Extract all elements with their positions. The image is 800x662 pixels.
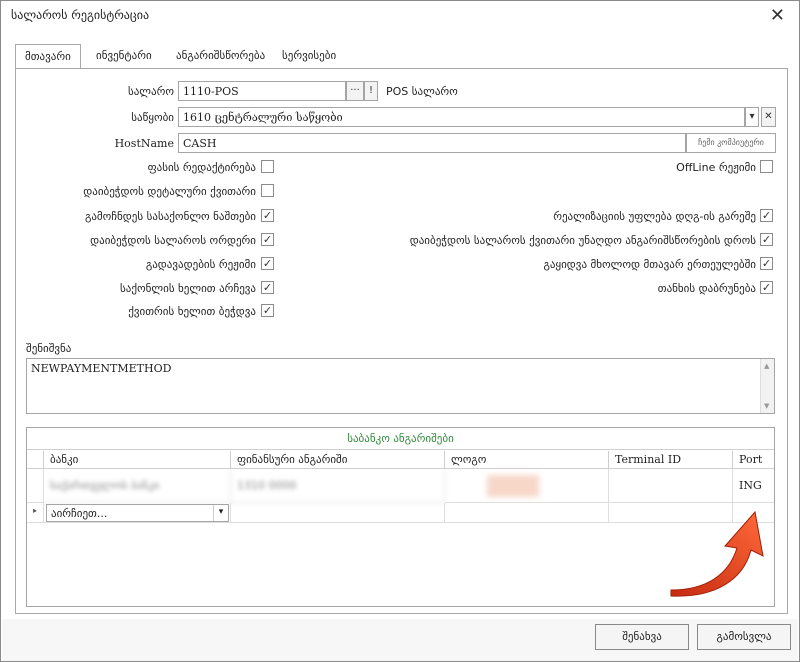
scroll-down-icon[interactable]: ▼ xyxy=(764,402,769,410)
notes-scrollbar[interactable]: ▲ ▼ xyxy=(760,359,774,413)
bank-accounts-grid: საბანკო ანგარიშები ბანკი ფინანსური ანგარ… xyxy=(26,427,775,607)
row-indicator xyxy=(27,469,44,503)
new-row-indicator: ▸ xyxy=(27,503,44,523)
scroll-up-icon[interactable]: ▲ xyxy=(764,362,769,370)
tab-main[interactable]: მთავარი xyxy=(15,44,81,69)
cash-register-lookup-button[interactable]: ··· xyxy=(346,81,364,101)
checkbox-label: რეალიზაციის უფლება დღგ-ის გარეშე xyxy=(553,210,756,223)
exit-button[interactable]: გამოსვლა xyxy=(697,624,791,650)
notes-textarea[interactable]: NEWPAYMENTMETHOD ▲ ▼ xyxy=(26,358,775,414)
checkbox-label: საქონლის ხელით არჩევა xyxy=(120,282,256,295)
refund-checkbox[interactable]: ✓ xyxy=(760,281,773,294)
new-row-logo-cell[interactable] xyxy=(445,503,609,523)
checkbox-label: თანხის დაბრუნება xyxy=(657,282,756,295)
column-header-account[interactable]: ფინანსური ანგარიში xyxy=(231,451,445,469)
bank-select[interactable]: აირჩიეთ... ▾ xyxy=(46,504,229,522)
save-button[interactable]: შენახვა xyxy=(595,624,689,650)
cash-register-name: POS სალარო xyxy=(386,85,458,98)
cash-register-field[interactable]: 1110-POS xyxy=(178,81,346,101)
tab-payment[interactable]: ანგარიშსწორება xyxy=(167,44,274,68)
bank-select-placeholder: აირჩიეთ... xyxy=(51,507,108,520)
row-indicator-header xyxy=(27,451,44,469)
chevron-down-icon[interactable]: ▾ xyxy=(745,107,759,127)
checkbox-label: გამოჩნდეს სასაქონლო ნაშთები xyxy=(84,210,256,223)
column-header-bank[interactable]: ბანკი xyxy=(44,451,231,469)
sale-without-vat-checkbox[interactable]: ✓ xyxy=(760,209,773,222)
grid-title: საბანკო ანგარიშები xyxy=(27,428,774,450)
cash-register-label: სალარო xyxy=(127,85,174,98)
deferral-mode-checkbox[interactable]: ✓ xyxy=(261,257,274,270)
detailed-receipt-checkbox[interactable] xyxy=(261,184,274,197)
column-header-port[interactable]: Port xyxy=(733,451,774,469)
warehouse-select[interactable]: 1610 ცენტრალური საწყობი xyxy=(178,107,745,127)
checkbox-label: დაიბეჭდოს დეტალური ქვითარი xyxy=(83,185,256,198)
manual-goods-select-checkbox[interactable]: ✓ xyxy=(261,281,274,294)
checkbox-label: OffLine რეჟიმი xyxy=(676,161,756,174)
manual-receipt-print-checkbox[interactable]: ✓ xyxy=(261,304,274,317)
notes-text: NEWPAYMENTMETHOD xyxy=(31,362,172,375)
sell-main-units-checkbox[interactable]: ✓ xyxy=(760,257,773,270)
cash-register-info-button[interactable]: ! xyxy=(364,81,378,101)
column-header-terminal[interactable]: Terminal ID xyxy=(609,451,733,469)
red-arrow-icon xyxy=(670,510,764,597)
window-title: სალაროს რეგისტრაცია xyxy=(11,8,150,22)
clear-icon[interactable]: ✕ xyxy=(761,107,776,127)
title-bar: სალაროს რეგისტრაცია ✕ xyxy=(1,1,799,31)
print-receipt-cashless-checkbox[interactable]: ✓ xyxy=(760,233,773,246)
chevron-down-icon[interactable]: ▾ xyxy=(213,505,228,521)
table-cell-terminal[interactable] xyxy=(609,469,733,503)
hostname-label: HostName xyxy=(114,137,174,150)
main-tab-panel: სალარო 1110-POS ··· ! POS სალარო საწყობი… xyxy=(15,68,788,614)
table-cell-logo[interactable] xyxy=(445,469,609,503)
registration-window: სალაროს რეგისტრაცია ✕ მთავარი ინვენტარი … xyxy=(0,0,800,662)
checkbox-label: გადავადების რეჟიმი xyxy=(145,258,256,271)
bank-logo xyxy=(487,475,539,497)
checkbox-label: დაიბეჭდოს სალაროს ქვითარი უნაღდო ანგარიშ… xyxy=(409,234,756,247)
new-row-account-cell[interactable] xyxy=(231,503,445,523)
print-cash-order-checkbox[interactable]: ✓ xyxy=(261,233,274,246)
checkbox-label: ქვითრის ხელით ბეჭდვა xyxy=(128,305,256,318)
table-cell-account[interactable]: 1310 0000 xyxy=(231,469,445,503)
offline-mode-checkbox[interactable] xyxy=(760,160,773,173)
new-row-bank-cell[interactable]: აირჩიეთ... ▾ xyxy=(44,503,231,523)
price-edit-checkbox[interactable] xyxy=(261,160,274,173)
column-header-logo[interactable]: ლოგო xyxy=(445,451,609,469)
checkbox-label: გაყიდვა მხოლოდ მთავარ ერთეულებში xyxy=(543,258,756,271)
warehouse-label: საწყობი xyxy=(131,111,174,124)
my-computer-button[interactable]: ჩემი კომპიუტერი xyxy=(686,133,776,153)
show-stock-checkbox[interactable]: ✓ xyxy=(261,209,274,222)
checkbox-label: დაიბეჭდოს სალაროს ორდერი xyxy=(90,234,256,247)
close-icon[interactable]: ✕ xyxy=(770,5,785,26)
tab-inventory[interactable]: ინვენტარი xyxy=(87,44,161,68)
notes-label: შენიშვნა xyxy=(26,342,72,355)
checkbox-label: ფასის რედაქტირება xyxy=(147,161,256,174)
table-cell-bank[interactable]: საქართველოს ბანკი xyxy=(44,469,231,503)
tab-services[interactable]: სერვისები xyxy=(273,44,345,68)
table-cell-port[interactable]: ING xyxy=(733,469,774,503)
hostname-field[interactable]: CASH xyxy=(178,133,686,153)
